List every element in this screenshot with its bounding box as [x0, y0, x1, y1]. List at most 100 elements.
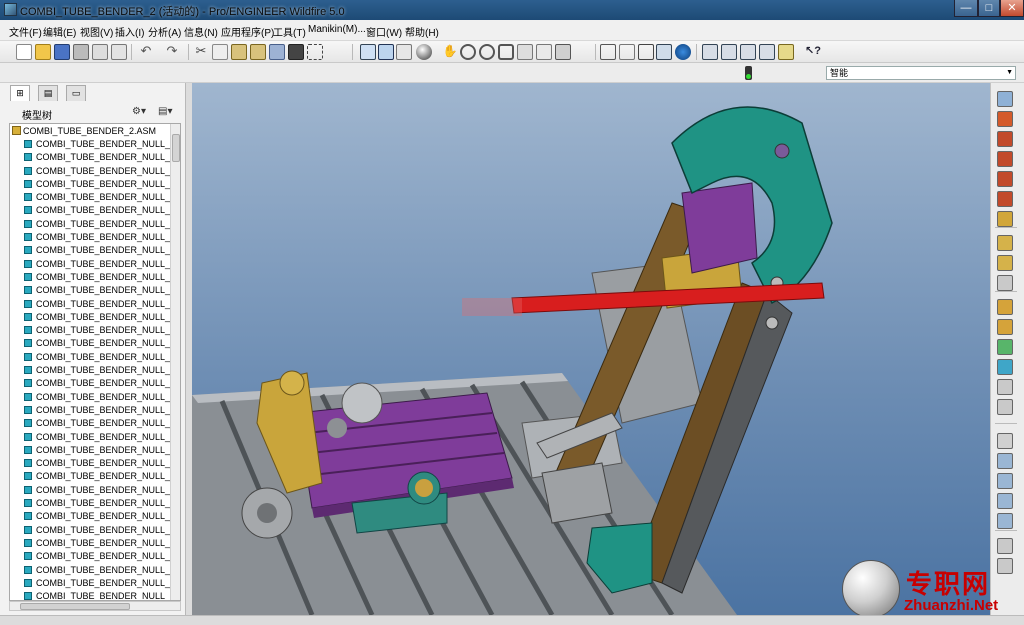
tree-item[interactable]: COMBI_TUBE_BENDER_NULL__23 — [24, 365, 170, 378]
revolve-icon[interactable] — [997, 255, 1013, 271]
menu-insert[interactable]: 插入(I) — [115, 24, 144, 39]
model-tree-icon[interactable] — [675, 44, 691, 60]
graphics-viewport[interactable] — [192, 83, 990, 615]
menu-help[interactable]: 帮助(H) — [405, 24, 439, 39]
tree-root-assembly[interactable]: COMBI_TUBE_BENDER_2.ASM — [12, 126, 156, 139]
paste-icon[interactable] — [231, 44, 247, 60]
datum-point-icon[interactable] — [740, 44, 756, 60]
merge-icon[interactable] — [997, 473, 1013, 489]
tree-item[interactable]: COMBI_TUBE_BENDER_NULL__23 — [24, 312, 170, 325]
tree-item[interactable]: COMBI_TUBE_BENDER_NULL__22 — [24, 485, 170, 498]
trim-icon[interactable] — [997, 493, 1013, 509]
csys-icon[interactable] — [997, 191, 1013, 207]
tree-item[interactable]: COMBI_TUBE_BENDER_NULL__22 — [24, 498, 170, 511]
email-icon[interactable] — [111, 44, 127, 60]
chamfer-icon[interactable] — [997, 399, 1013, 415]
plane-icon[interactable] — [997, 111, 1013, 127]
tree-item[interactable]: COMBI_TUBE_BENDER_NULL__22 — [24, 538, 170, 551]
tree-item[interactable]: COMBI_TUBE_BENDER_NULL__23 — [24, 405, 170, 418]
menu-applications[interactable]: 应用程序(P) — [221, 24, 274, 39]
model-tree-tab-icon[interactable]: ⊞ — [10, 85, 30, 101]
reorient-icon[interactable] — [517, 44, 533, 60]
find-icon[interactable] — [288, 44, 304, 60]
draft-icon[interactable] — [997, 359, 1013, 375]
tree-item[interactable]: COMBI_TUBE_BENDER_NULL__24 — [24, 232, 170, 245]
tree-item[interactable]: COMBI_TUBE_BENDER_NULL__24 — [24, 179, 170, 192]
tree-item[interactable]: COMBI_TUBE_BENDER_NULL__22 — [24, 565, 170, 578]
print-icon[interactable] — [73, 44, 89, 60]
smart-filter-select[interactable]: 智能 ▼ — [826, 66, 1016, 80]
tree-item[interactable]: COMBI_TUBE_BENDER_NULL__23 — [24, 325, 170, 338]
pan-icon[interactable]: ✋ — [442, 44, 458, 60]
wireframe-icon[interactable] — [600, 44, 616, 60]
tree-item[interactable]: COMBI_TUBE_BENDER_NULL__21 — [24, 578, 170, 591]
sweep-icon[interactable] — [997, 275, 1013, 291]
tree-item[interactable]: COMBI_TUBE_BENDER_NULL__23 — [24, 418, 170, 431]
regenerate-icon[interactable] — [269, 44, 285, 60]
tree-item[interactable]: COMBI_TUBE_BENDER_NULL__22 — [24, 511, 170, 524]
menu-file[interactable]: 文件(F) — [9, 24, 42, 39]
minimize-button[interactable]: — — [954, 0, 978, 17]
tree-horizontal-scrollbar[interactable] — [9, 601, 181, 611]
tree-item[interactable]: COMBI_TUBE_BENDER_NULL__24 — [24, 219, 170, 232]
tree-item[interactable]: COMBI_TUBE_BENDER_NULL__25 — [24, 152, 170, 165]
copy-icon[interactable] — [212, 44, 228, 60]
tree-item[interactable]: COMBI_TUBE_BENDER_NULL__24 — [24, 299, 170, 312]
folder-tab-icon[interactable]: ▭ — [66, 85, 86, 101]
menu-view[interactable]: 视图(V) — [80, 24, 113, 39]
menu-info[interactable]: 信息(N) — [184, 24, 218, 39]
tree-item[interactable]: COMBI_TUBE_BENDER_NULL__23 — [24, 432, 170, 445]
print-preview-icon[interactable] — [92, 44, 108, 60]
component-icon[interactable] — [997, 538, 1013, 554]
menu-analysis[interactable]: 分析(A) — [148, 24, 181, 39]
traffic-light-icon[interactable] — [745, 66, 752, 80]
sketch-icon[interactable] — [997, 91, 1013, 107]
zoom-out-icon[interactable] — [479, 44, 495, 60]
tree-item[interactable]: COMBI_TUBE_BENDER_NULL__24 — [24, 259, 170, 272]
zoom-in-icon[interactable] — [460, 44, 476, 60]
tree-item[interactable]: COMBI_TUBE_BENDER_NULL__22 — [24, 525, 170, 538]
tree-item[interactable]: COMBI_TUBE_BENDER_NULL__22 — [24, 458, 170, 471]
curve-icon[interactable] — [997, 151, 1013, 167]
redo-icon[interactable]: ↷ — [164, 44, 180, 60]
spin-center-icon[interactable] — [378, 44, 394, 60]
round-icon[interactable] — [997, 379, 1013, 395]
tree-item[interactable]: COMBI_TUBE_BENDER_NULL__24 — [24, 245, 170, 258]
annotation-icon[interactable] — [778, 44, 794, 60]
shading-icon[interactable] — [656, 44, 672, 60]
menu-tools[interactable]: 工具(T) — [273, 24, 306, 39]
rib-icon[interactable] — [997, 339, 1013, 355]
menu-window[interactable]: 窗口(W) — [366, 24, 402, 39]
close-button[interactable]: ✕ — [1000, 0, 1024, 17]
layer-tree-tab-icon[interactable]: ▤ — [38, 85, 58, 101]
refit-icon[interactable] — [498, 44, 514, 60]
menu-manikin[interactable]: Manikin(M)... — [308, 24, 366, 35]
csys-icon[interactable] — [759, 44, 775, 60]
pattern-icon[interactable] — [997, 433, 1013, 449]
save-icon[interactable] — [54, 44, 70, 60]
tree-scroll-thumb[interactable] — [172, 134, 180, 162]
undo-icon[interactable]: ↶ — [138, 44, 154, 60]
shell-icon[interactable] — [997, 319, 1013, 335]
menu-edit[interactable]: 编辑(E) — [43, 24, 76, 39]
tree-vertical-scrollbar[interactable] — [170, 124, 180, 600]
orient-icon[interactable] — [396, 44, 412, 60]
tree-item[interactable]: COMBI_TUBE_BENDER_NULL__22 — [24, 445, 170, 458]
tree-item[interactable]: COMBI_TUBE_BENDER_NULL__23 — [24, 392, 170, 405]
cut-icon[interactable]: ✂ — [193, 44, 209, 60]
saved-views-icon[interactable] — [536, 44, 552, 60]
axis-icon[interactable] — [997, 131, 1013, 147]
tree-item[interactable]: COMBI_TUBE_BENDER_NULL__24 — [24, 285, 170, 298]
datum-axis-icon[interactable] — [721, 44, 737, 60]
analysis-icon[interactable] — [997, 211, 1013, 227]
maximize-button[interactable]: □ — [978, 0, 1000, 17]
no-hidden-icon[interactable] — [638, 44, 654, 60]
tree-item[interactable]: COMBI_TUBE_BENDER_NULL__24 — [24, 192, 170, 205]
new-file-icon[interactable] — [16, 44, 32, 60]
tree-item[interactable]: COMBI_TUBE_BENDER_NULL__23 — [24, 352, 170, 365]
tree-item[interactable]: COMBI_TUBE_BENDER_NULL__25 — [24, 139, 170, 152]
point-icon[interactable] — [997, 171, 1013, 187]
tree-item[interactable]: COMBI_TUBE_BENDER_NULL__21 — [24, 591, 170, 600]
extrude-icon[interactable] — [997, 235, 1013, 251]
offset-icon[interactable] — [997, 513, 1013, 529]
